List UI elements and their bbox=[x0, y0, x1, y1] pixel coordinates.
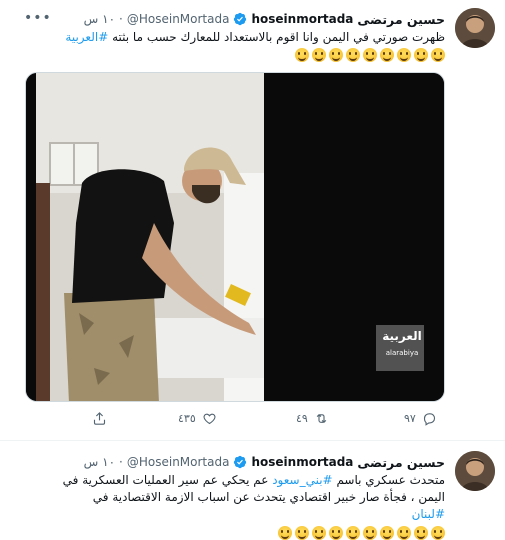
share-button[interactable] bbox=[92, 411, 107, 426]
avatar-image bbox=[455, 8, 495, 48]
smile-emoji-icon bbox=[346, 48, 360, 62]
smile-emoji-icon bbox=[363, 48, 377, 62]
hashtag-link[interactable]: #العربية bbox=[65, 30, 108, 44]
tweet[interactable]: حسين مرتضى hoseinmortada @HoseinMortada … bbox=[0, 441, 505, 540]
avatar-image bbox=[455, 451, 495, 491]
tweet-header: حسين مرتضى hoseinmortada @HoseinMortada … bbox=[84, 10, 445, 28]
reply-icon bbox=[423, 413, 435, 426]
smile-emoji-icon bbox=[431, 526, 445, 540]
smile-emoji-icon bbox=[295, 48, 309, 62]
separator-dot: · bbox=[119, 12, 123, 26]
heart-icon bbox=[203, 413, 216, 425]
tweet-header: حسين مرتضى hoseinmortada @HoseinMortada … bbox=[84, 453, 445, 471]
verified-badge-icon bbox=[234, 12, 247, 26]
retweet-button[interactable]: ٤٩ bbox=[296, 411, 329, 426]
more-icon[interactable]: ••• bbox=[24, 10, 52, 26]
separator-dot: · bbox=[119, 455, 123, 469]
smile-emoji-icon bbox=[346, 526, 360, 540]
hashtag-link[interactable]: #لبنان bbox=[412, 507, 445, 521]
handle[interactable]: @HoseinMortada bbox=[127, 455, 230, 469]
like-count: ٤٣٥ bbox=[178, 412, 196, 425]
smile-emoji-icon bbox=[414, 526, 428, 540]
emoji-row bbox=[56, 526, 445, 540]
tweet-text: متحدث عسكري باسم #بني_سعود عم يحكي عم سي… bbox=[56, 472, 445, 540]
smile-emoji-icon bbox=[295, 526, 309, 540]
tweet-text-before: متحدث عسكري باسم bbox=[336, 473, 445, 487]
timestamp[interactable]: ١٠ س bbox=[84, 12, 115, 26]
smile-emoji-icon bbox=[329, 48, 343, 62]
smile-emoji-icon bbox=[329, 526, 343, 540]
smile-emoji-icon bbox=[312, 48, 326, 62]
smile-emoji-icon bbox=[380, 48, 394, 62]
tweet[interactable]: حسين مرتضى hoseinmortada @HoseinMortada … bbox=[0, 0, 505, 441]
smile-emoji-icon bbox=[278, 526, 292, 540]
reply-button[interactable]: ٩٧ bbox=[404, 411, 437, 426]
smile-emoji-icon bbox=[380, 526, 394, 540]
display-name[interactable]: حسين مرتضى bbox=[357, 455, 445, 470]
verified-badge-icon bbox=[234, 455, 247, 469]
video-watermark: العربية alarabiya bbox=[378, 329, 426, 357]
retweet-icon bbox=[316, 413, 327, 424]
timestamp[interactable]: ١٠ س bbox=[84, 455, 115, 469]
watermark-text: العربية bbox=[382, 329, 422, 343]
username[interactable]: hoseinmortada bbox=[251, 455, 353, 469]
share-icon bbox=[93, 412, 106, 425]
username[interactable]: hoseinmortada bbox=[251, 12, 353, 26]
hashtag-link[interactable]: #بني_سعود bbox=[272, 473, 332, 487]
smile-emoji-icon bbox=[431, 48, 445, 62]
avatar[interactable] bbox=[455, 8, 495, 48]
retweet-count: ٤٩ bbox=[296, 412, 308, 425]
display-name[interactable]: حسين مرتضى bbox=[357, 12, 445, 27]
tweet-actions: ٩٧ ٤٩ ٤٣٥ bbox=[0, 411, 505, 433]
like-button[interactable]: ٤٣٥ bbox=[178, 411, 217, 426]
smile-emoji-icon bbox=[397, 48, 411, 62]
smile-emoji-icon bbox=[397, 526, 411, 540]
smile-emoji-icon bbox=[414, 48, 428, 62]
smile-emoji-icon bbox=[363, 526, 377, 540]
tweet-text-content: ظهرت صورتي في اليمن وانا اقوم بالاستعداد… bbox=[112, 30, 445, 44]
emoji-row bbox=[56, 48, 445, 62]
smile-emoji-icon bbox=[312, 526, 326, 540]
handle[interactable]: @HoseinMortada bbox=[127, 12, 230, 26]
tweet-text: ظهرت صورتي في اليمن وانا اقوم بالاستعداد… bbox=[56, 29, 445, 62]
watermark-sub: alarabiya bbox=[385, 349, 419, 357]
reply-count: ٩٧ bbox=[404, 412, 416, 425]
avatar[interactable] bbox=[455, 451, 495, 491]
tweet-video[interactable]: العربية alarabiya bbox=[25, 72, 445, 402]
